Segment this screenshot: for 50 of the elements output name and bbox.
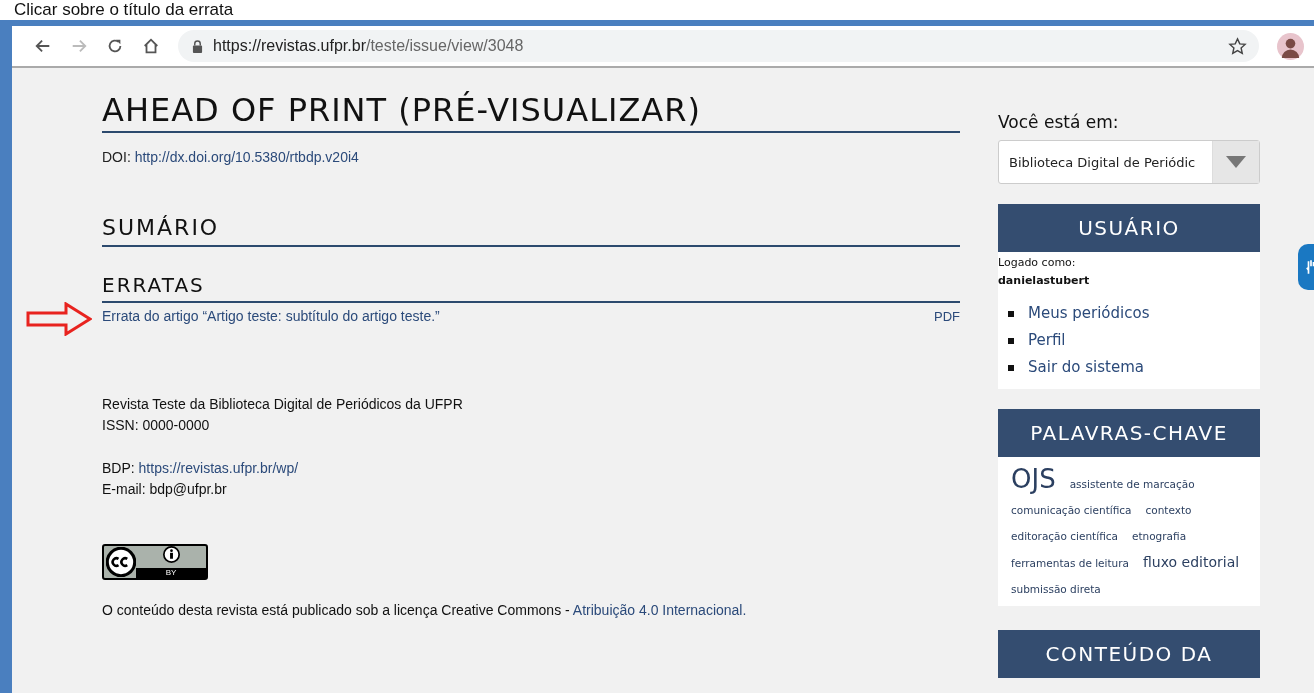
bdp-label: BDP: [102,460,136,476]
bullet-icon [1008,310,1014,317]
license-link[interactable]: Atribuição 4.0 Internacional. [572,602,747,618]
user-menu-link[interactable]: Perfil [1028,327,1066,354]
logged-as-label: Logado como: [998,255,1077,271]
star-icon[interactable] [1228,36,1247,56]
keyword-link[interactable]: ferramentas de leitura [1011,550,1130,576]
bullet-icon [1008,337,1014,344]
doi-link[interactable]: http://dx.doi.org/10.5380/rtbdp.v20i4 [134,149,359,165]
subsection-title: ERRATAS [102,271,960,303]
license-text: O conteúdo desta revista está publicado sob a licença Creative Commons - Atribuição 4.0 Internacional. [102,601,748,620]
address-bar[interactable]: https://revistas.ufpr.br/teste/issue/view/3048 [178,30,1259,62]
user-menu-link[interactable]: Meus periódicos [1028,300,1150,327]
arrow-icon [26,302,92,336]
email-text: E-mail: bdp@ufpr.br [102,480,228,499]
journal-select[interactable]: Biblioteca Digital de Periódic [998,140,1260,184]
doi-label: DOI: [102,149,132,165]
username-text: danielastubert [998,273,1091,289]
cc-icon [106,547,136,577]
issue-title: AHEAD OF PRINT (PRÉ-VISUALIZAR) [102,90,960,133]
keyword-link[interactable]: contexto [1145,497,1192,523]
back-icon[interactable] [34,37,52,55]
dropdown-caret-icon [1226,156,1246,168]
home-icon[interactable] [142,37,160,55]
section-title: SUMÁRIO [102,213,960,247]
bdp-link[interactable]: https://revistas.ufpr.br/wp/ [138,460,299,476]
keyword-link[interactable]: submissão direta [1011,576,1101,602]
caption-text: Clicar sobre o título da errata [13,0,235,20]
cc-license-badge[interactable]: BY [102,544,208,580]
pdf-link[interactable]: PDF [934,308,960,324]
hand-icon [1306,258,1314,276]
errata-title-link[interactable]: Errata do artigo “Artigo teste: subtítulo do artigo teste.” [102,308,440,324]
block-header: CONTEÚDO DA [998,630,1260,678]
issn-text: ISSN: 0000-0000 [102,416,211,435]
location-label: Você está em: [998,112,1120,132]
avatar-icon[interactable] [1277,32,1304,60]
person-icon [162,546,180,563]
reload-icon[interactable] [106,37,124,55]
keyword-link[interactable]: comunicação científica [1011,497,1132,523]
keyword-link[interactable]: etnografia [1131,523,1187,549]
block-header: PALAVRAS-CHAVE [998,409,1260,457]
bullet-icon [1008,364,1014,371]
keyword-link[interactable]: OJS [1011,463,1056,495]
keyword-link[interactable]: fluxo editorial [1143,549,1240,575]
journal-name: Revista Teste da Biblioteca Digital de Periódicos da UFPR [102,395,464,414]
block-header: USUÁRIO [998,204,1260,252]
user-menu-link[interactable]: Sair do sistema [1028,354,1144,381]
keyword-link[interactable]: editoração científica [1011,523,1118,549]
lock-icon [192,39,203,53]
keyword-link[interactable]: assistente de marcação [1069,471,1195,497]
